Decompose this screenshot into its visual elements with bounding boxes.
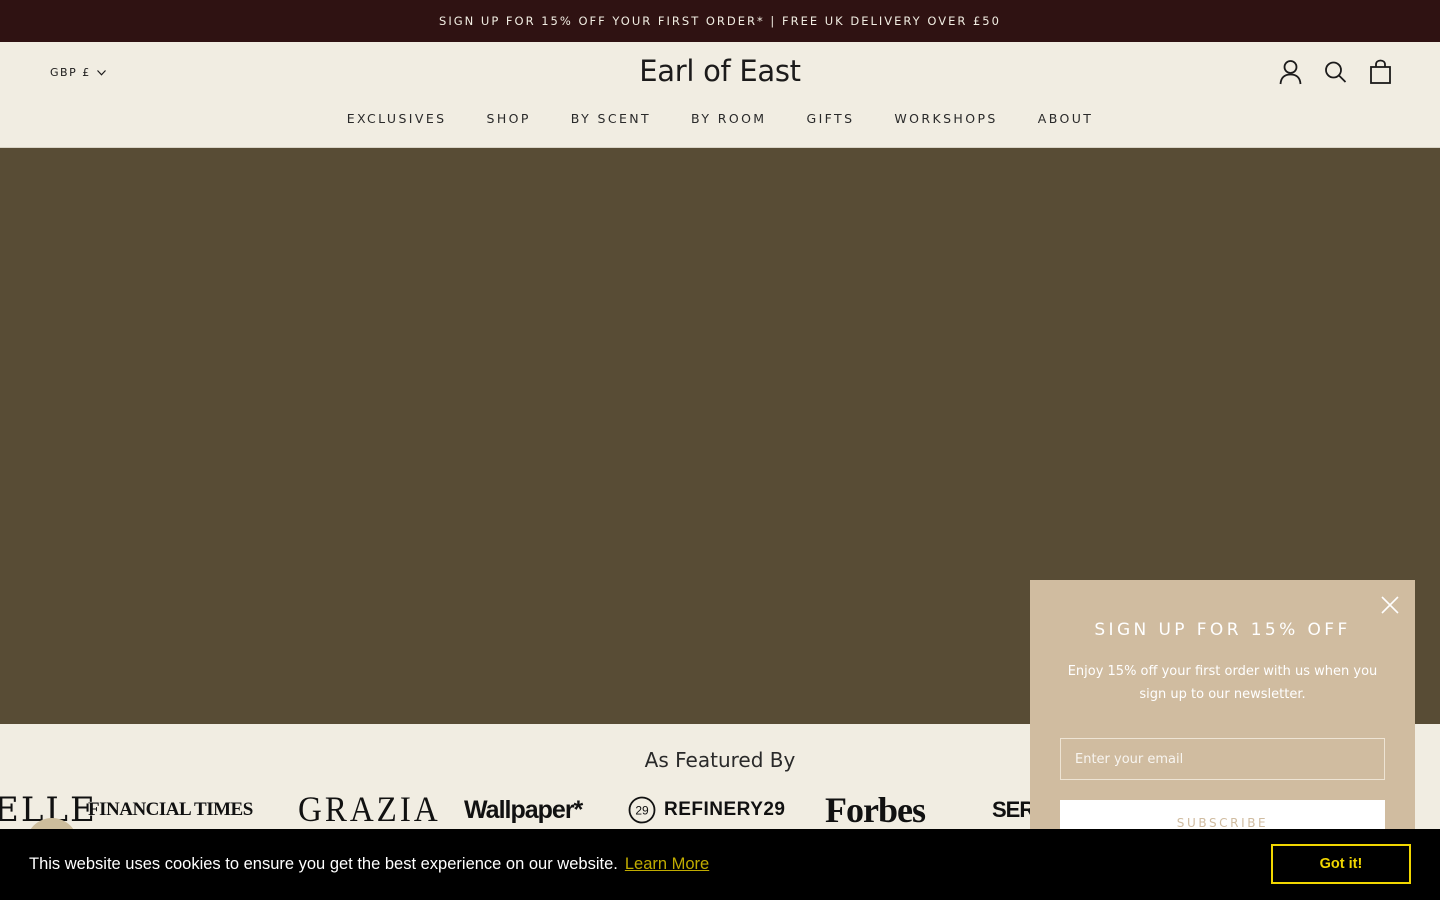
main-nav: EXCLUSIVES SHOP BY SCENT BY ROOM GIFTS W… — [0, 111, 1440, 126]
email-input[interactable] — [1060, 738, 1385, 780]
popup-text: Enjoy 15% off your first order with us w… — [1067, 664, 1378, 702]
announcement-text: SIGN UP FOR 15% OFF YOUR FIRST ORDER* | … — [439, 14, 1001, 28]
accept-cookies-button[interactable]: Got it! — [1271, 844, 1411, 884]
brand-logo-refinery29: 29 REFINERY29 — [628, 786, 786, 834]
search-icon[interactable] — [1324, 59, 1347, 85]
refinery29-label: REFINERY29 — [664, 799, 786, 820]
site-logo[interactable]: Earl of East — [0, 54, 1440, 88]
nav-shop[interactable]: SHOP — [466, 111, 550, 126]
close-icon[interactable] — [1381, 596, 1399, 614]
popup-title: SIGN UP FOR 15% OFF — [1094, 620, 1351, 640]
announcement-bar: SIGN UP FOR 15% OFF YOUR FIRST ORDER* | … — [0, 0, 1440, 42]
site-header: GBP £ Earl of East EXCLUSIVES SHOP BY SC… — [0, 42, 1440, 148]
header-icons — [1279, 59, 1392, 85]
brand-logo-wallpaper: Wallpaper* — [464, 795, 583, 824]
svg-text:29: 29 — [635, 804, 649, 818]
nav-about[interactable]: ABOUT — [1018, 111, 1114, 126]
brand-logo-financial-times: FINANCIAL TIMES — [88, 799, 253, 820]
cookie-banner: This website uses cookies to ensure you … — [0, 829, 1440, 900]
nav-exclusives[interactable]: EXCLUSIVES — [327, 111, 467, 126]
account-icon[interactable] — [1279, 59, 1302, 85]
nav-workshops[interactable]: WORKSHOPS — [874, 111, 1017, 126]
brand-logo-forbes: Forbes — [825, 790, 926, 830]
logo-text: Earl of East — [639, 54, 801, 88]
learn-more-link[interactable]: Learn More — [625, 855, 709, 874]
newsletter-popup: SIGN UP FOR 15% OFF Enjoy 15% off your f… — [1030, 580, 1415, 846]
nav-gifts[interactable]: GIFTS — [787, 111, 875, 126]
brand-logo-partial: SER — [992, 797, 1035, 822]
nav-by-scent[interactable]: BY SCENT — [551, 111, 671, 126]
cart-icon[interactable] — [1369, 59, 1392, 85]
refinery29-icon: 29 — [628, 796, 656, 824]
nav-by-room[interactable]: BY ROOM — [671, 111, 786, 126]
cookie-message: This website uses cookies to ensure you … — [29, 855, 618, 873]
